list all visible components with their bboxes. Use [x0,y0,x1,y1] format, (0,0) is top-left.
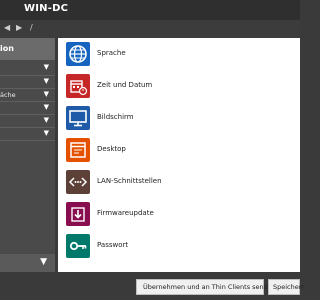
tile-label: Zeit und Datum [97,81,153,89]
sidebar-item[interactable]: ▼ [0,128,55,140]
tile-label: LAN-Schnittstellen [97,177,162,185]
tile-label: Desktop [97,145,126,153]
title-bar: WIN-DC [0,0,300,20]
apply-and-send-button[interactable]: Übernehmen und an Thin Clients senden [136,279,276,295]
tile-desktop[interactable]: Desktop [62,136,290,164]
chevron-down-icon: ▼ [43,116,49,124]
globe-icon [66,42,90,66]
download-box-icon [66,202,90,226]
chevron-down-icon: ▼ [43,129,49,137]
tile-lan-schnittstellen[interactable]: LAN-Schnittstellen [62,168,290,196]
sidebar-item-label: äche [0,91,16,99]
window-title: WIN-DC [24,3,69,14]
sidebar-item[interactable]: ▼ [0,62,55,74]
desktop-window-icon [66,138,90,162]
apply-and-send-label: Übernehmen und an Thin Clients senden [143,283,276,291]
divider [0,140,55,141]
chevron-down-icon: ▼ [43,77,49,85]
footer-bar: Übernehmen und an Thin Clients senden Sp… [0,272,304,300]
sidebar-item[interactable]: ▼ [0,102,55,114]
tile-label: Passwort [97,241,129,249]
sidebar-footer[interactable]: ▼ [0,254,55,272]
monitor-icon [66,106,90,130]
save-label: Speicherr [273,283,304,291]
breadcrumb-back-icon[interactable]: ◀ [4,23,10,32]
network-icon [66,170,90,194]
tile-passwort[interactable]: Passwort [62,232,290,260]
tile-firmwareupdate[interactable]: Firmwareupdate [62,200,290,228]
tile-label: Bildschirm [97,113,134,121]
chevron-down-icon: ▼ [40,257,47,267]
tile-sprache[interactable]: Sprache [62,40,290,68]
breadcrumb: ◀ ▶ / [0,20,300,38]
tile-zeit-und-datum[interactable]: Zeit und Datum [62,72,290,100]
calendar-clock-icon [66,74,90,98]
tile-label: Sprache [97,49,126,57]
settings-panel: Sprache Zeit und Datum Bildschirm Deskto… [58,38,300,272]
sidebar: ion ▼ ▼ äche ▼ ▼ ▼ ▼ ▼ [0,38,55,272]
breadcrumb-separator: / [30,23,33,32]
sidebar-item[interactable]: ▼ [0,76,55,88]
sidebar-header-label: ion [0,44,14,53]
tile-bildschirm[interactable]: Bildschirm [62,104,290,132]
chevron-down-icon: ▼ [43,63,49,71]
key-icon [66,234,90,258]
sidebar-item[interactable]: ▼ [0,115,55,127]
sidebar-item[interactable]: äche ▼ [0,89,55,101]
breadcrumb-forward-icon[interactable]: ▶ [16,23,22,32]
save-button[interactable]: Speicherr [268,279,304,295]
chevron-down-icon: ▼ [43,90,49,98]
tile-label: Firmwareupdate [97,209,154,217]
chevron-down-icon: ▼ [43,103,49,111]
sidebar-header: ion [0,38,55,60]
